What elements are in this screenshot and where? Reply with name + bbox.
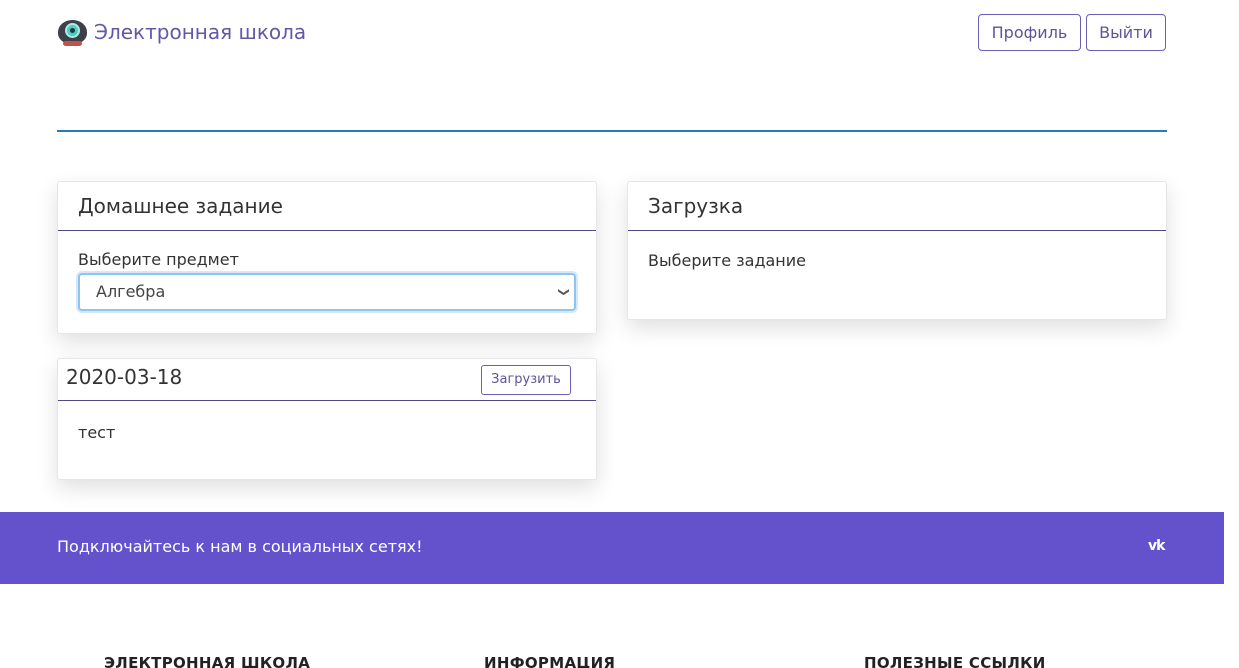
task-date: 2020-03-18 [66, 365, 183, 389]
footer-heading-school: ЭЛЕКТРОННАЯ ШКОЛА [104, 654, 311, 668]
task-upload-button[interactable]: Загрузить [481, 365, 571, 395]
task-card-header: 2020-03-18 Загрузить [58, 359, 596, 401]
task-card: 2020-03-18 Загрузить тест [57, 358, 597, 480]
subject-select-label: Выберите предмет [78, 250, 239, 269]
social-band: Подключайтесь к нам в социальных сетях! … [0, 512, 1224, 584]
chevron-down-icon: ❮ [556, 287, 570, 297]
footer-heading-info: ИНФОРМАЦИЯ [484, 654, 616, 668]
subject-select[interactable]: Алгебра ❮ [78, 273, 576, 311]
vk-icon[interactable]: vk [1148, 538, 1165, 554]
upload-card-message: Выберите задание [648, 251, 807, 270]
robot-logo-icon [57, 17, 88, 47]
subject-select-value: Алгебра [96, 282, 166, 301]
social-text: Подключайтесь к нам в социальных сетях! [57, 537, 423, 556]
upload-card-title: Загрузка [628, 182, 1166, 231]
task-text: тест [78, 423, 116, 442]
brand-logo[interactable]: Электронная школа [57, 17, 306, 47]
homework-card-title: Домашнее задание [58, 182, 596, 231]
brand-name: Электронная школа [94, 20, 307, 44]
footer-heading-links: ПОЛЕЗНЫЕ ССЫЛКИ [864, 654, 1046, 668]
header: Электронная школа Профиль Выйти [57, 14, 1167, 54]
header-divider [57, 130, 1167, 132]
profile-button[interactable]: Профиль [978, 14, 1081, 51]
page: Электронная школа Профиль Выйти Домашнее… [0, 0, 1239, 668]
logout-button[interactable]: Выйти [1086, 14, 1166, 51]
upload-card: Загрузка Выберите задание [627, 181, 1167, 320]
homework-card: Домашнее задание Выберите предмет Алгебр… [57, 181, 597, 334]
